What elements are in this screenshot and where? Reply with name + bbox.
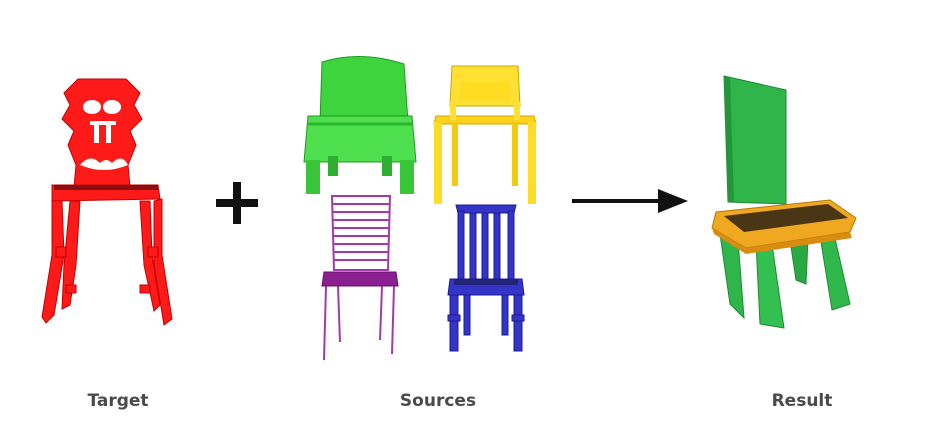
source-chair-yellow	[433, 65, 537, 204]
result-label: Result	[771, 391, 833, 411]
plus-icon	[216, 182, 258, 224]
right-arrow-icon	[572, 189, 688, 213]
result-chair-image	[711, 75, 857, 329]
target-label: Target	[87, 391, 149, 411]
source-chair-blue	[447, 204, 525, 352]
source-chair-purple	[321, 195, 399, 361]
sources-label: Sources	[399, 391, 477, 411]
source-chair-green	[303, 56, 417, 194]
target-chair-image	[41, 78, 173, 326]
figure: Target Sources Result	[0, 0, 940, 442]
